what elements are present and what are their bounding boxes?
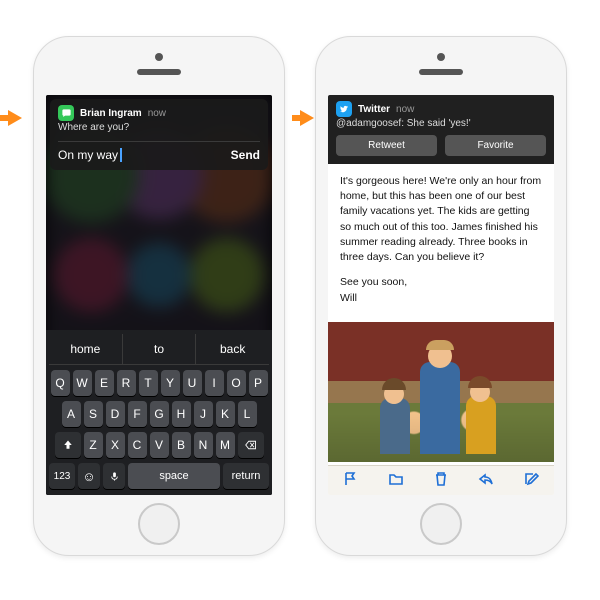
notif-tweet: @adamgoosef: She said 'yes!' xyxy=(336,118,546,129)
phone-right: Twitter now @adamgoosef: She said 'yes!'… xyxy=(315,36,567,556)
quick-reply-banner: Brian Ingram now Where are you? On my wa… xyxy=(50,99,268,170)
key-g[interactable]: G xyxy=(150,401,169,427)
reply-input[interactable]: On my way xyxy=(58,148,223,162)
key-b[interactable]: B xyxy=(172,432,191,458)
mail-signature: Will xyxy=(340,292,357,304)
notif-message: Where are you? xyxy=(58,122,260,133)
mail-toolbar xyxy=(328,465,554,495)
key-f[interactable]: F xyxy=(128,401,147,427)
arrow-right xyxy=(300,110,314,126)
key-delete[interactable] xyxy=(238,432,264,458)
phone-left: Brian Ingram now Where are you? On my wa… xyxy=(33,36,285,556)
key-n[interactable]: N xyxy=(194,432,213,458)
photo-person-3 xyxy=(466,396,496,454)
messages-icon xyxy=(58,105,74,121)
key-z[interactable]: Z xyxy=(84,432,103,458)
key-x[interactable]: X xyxy=(106,432,125,458)
suggestion-1[interactable]: home xyxy=(49,334,122,364)
screen-right: Twitter now @adamgoosef: She said 'yes!'… xyxy=(328,95,554,495)
key-y[interactable]: Y xyxy=(161,370,180,396)
key-u[interactable]: U xyxy=(183,370,202,396)
home-button[interactable] xyxy=(138,503,180,545)
key-emoji[interactable]: ☺ xyxy=(78,463,100,489)
key-l[interactable]: L xyxy=(238,401,257,427)
key-r[interactable]: R xyxy=(117,370,136,396)
keyboard: home to back QWERTYUIOP ASDFGHJKL ZXCVBN… xyxy=(46,330,272,495)
speaker-slot xyxy=(137,69,181,75)
notif-sender: Brian Ingram xyxy=(80,108,142,119)
arrow-left xyxy=(8,110,22,126)
key-m[interactable]: M xyxy=(216,432,235,458)
twitter-banner: Twitter now @adamgoosef: She said 'yes!'… xyxy=(328,95,554,164)
retweet-button[interactable]: Retweet xyxy=(336,135,437,156)
key-d[interactable]: D xyxy=(106,401,125,427)
favorite-button[interactable]: Favorite xyxy=(445,135,546,156)
key-h[interactable]: H xyxy=(172,401,191,427)
folder-icon[interactable] xyxy=(388,471,404,491)
key-c[interactable]: C xyxy=(128,432,147,458)
key-a[interactable]: A xyxy=(62,401,81,427)
key-i[interactable]: I xyxy=(205,370,224,396)
mail-paragraph: It's gorgeous here! We're only an hour f… xyxy=(340,174,542,265)
notif-time: now xyxy=(396,104,414,115)
key-space[interactable]: space xyxy=(128,463,220,489)
camera-dot xyxy=(437,53,445,61)
home-button[interactable] xyxy=(420,503,462,545)
notif-app: Twitter xyxy=(358,104,390,115)
trash-icon[interactable] xyxy=(433,471,449,491)
key-mic[interactable] xyxy=(103,463,125,489)
speaker-slot xyxy=(419,69,463,75)
send-button[interactable]: Send xyxy=(231,148,260,162)
twitter-icon xyxy=(336,101,352,117)
compose-icon[interactable] xyxy=(523,471,539,491)
key-k[interactable]: K xyxy=(216,401,235,427)
suggestion-2[interactable]: to xyxy=(122,334,196,364)
key-shift[interactable] xyxy=(55,432,81,458)
key-t[interactable]: T xyxy=(139,370,158,396)
suggestion-3[interactable]: back xyxy=(195,334,269,364)
key-o[interactable]: O xyxy=(227,370,246,396)
key-q[interactable]: Q xyxy=(51,370,70,396)
key-s[interactable]: S xyxy=(84,401,103,427)
key-w[interactable]: W xyxy=(73,370,92,396)
mail-photo[interactable] xyxy=(328,322,554,462)
key-p[interactable]: P xyxy=(249,370,268,396)
key-e[interactable]: E xyxy=(95,370,114,396)
camera-dot xyxy=(155,53,163,61)
text-cursor xyxy=(120,148,122,162)
notif-time: now xyxy=(148,108,166,119)
flag-icon[interactable] xyxy=(343,471,359,491)
mail-body[interactable]: It's gorgeous here! We're only an hour f… xyxy=(328,164,554,322)
key-123[interactable]: 123 xyxy=(49,463,75,489)
reply-icon[interactable] xyxy=(478,471,494,491)
reply-text: On my way xyxy=(58,148,118,162)
screen-left: Brian Ingram now Where are you? On my wa… xyxy=(46,95,272,495)
key-v[interactable]: V xyxy=(150,432,169,458)
mail-signoff: See you soon, xyxy=(340,276,407,288)
suggestion-row: home to back xyxy=(49,334,269,365)
key-j[interactable]: J xyxy=(194,401,213,427)
key-return[interactable]: return xyxy=(223,463,269,489)
photo-person-2 xyxy=(420,362,460,454)
photo-person-1 xyxy=(380,398,410,454)
